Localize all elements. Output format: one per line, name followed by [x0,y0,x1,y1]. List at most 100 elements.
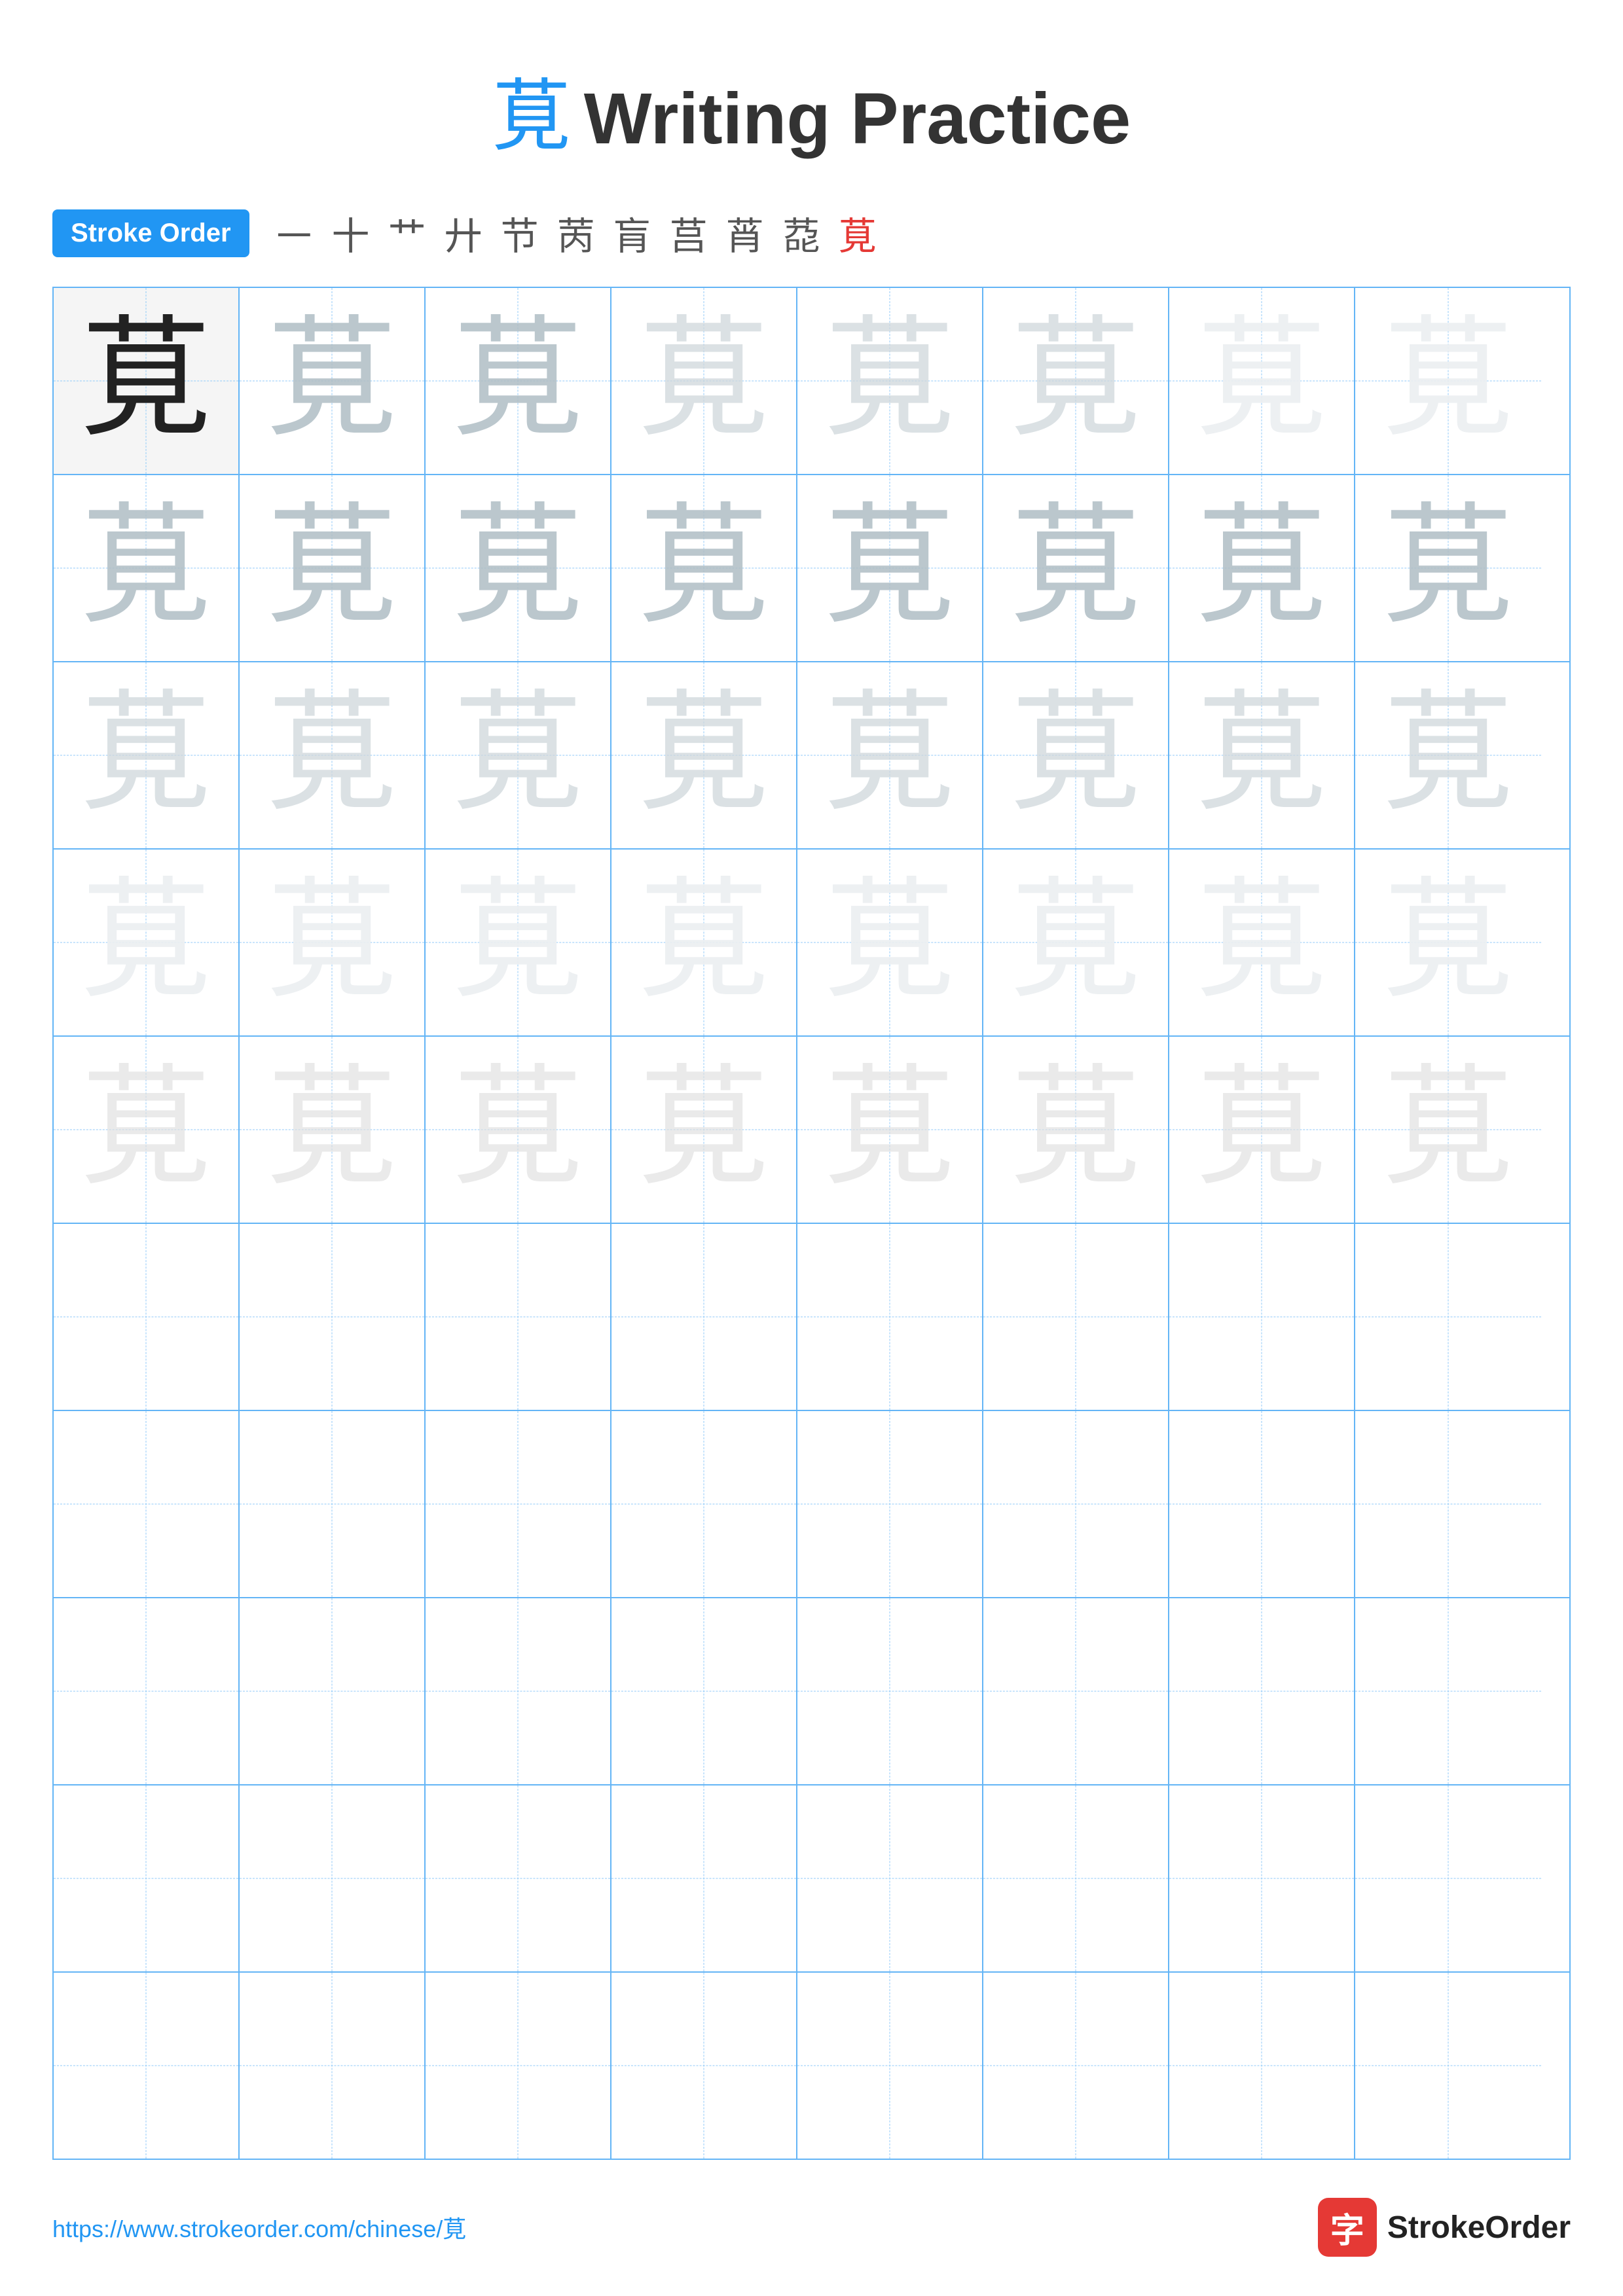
grid-cell[interactable]: 莧 [426,288,611,474]
grid-cell[interactable]: 莧 [611,662,797,848]
practice-char: 莧 [824,877,955,1008]
grid-cell[interactable] [1169,1785,1355,1971]
grid-cell[interactable]: 莧 [983,475,1169,661]
grid-cell[interactable]: 莧 [1355,475,1541,661]
grid-cell[interactable]: 莧 [611,288,797,474]
grid-cell[interactable] [54,1598,240,1784]
grid-cell[interactable]: 莧 [1169,475,1355,661]
grid-cell[interactable]: 莧 [1355,662,1541,848]
grid-cell[interactable]: 莧 [797,288,983,474]
grid-cell[interactable]: 莧 [797,1037,983,1223]
grid-cell[interactable] [426,1411,611,1597]
grid-cell[interactable] [983,1411,1169,1597]
grid-cell[interactable]: 莧 [1355,288,1541,474]
grid-cell[interactable]: 莧 [240,475,426,661]
practice-char: 莧 [824,690,955,821]
grid-cell[interactable] [983,1785,1169,1971]
grid-cell[interactable] [240,1785,426,1971]
stroke-final: 莧 [839,206,888,260]
stroke-8: 莒 [670,206,720,260]
grid-cell[interactable]: 莧 [1169,850,1355,1035]
grid-cell[interactable] [1355,1973,1541,2159]
grid-cell[interactable]: 莧 [54,662,240,848]
grid-cell[interactable]: 莧 [54,475,240,661]
grid-cell[interactable] [240,1224,426,1410]
title-chinese-char: 莧 [492,73,571,160]
stroke-1: ㇐ [276,206,325,260]
grid-cell[interactable]: 莧 [426,1037,611,1223]
practice-char: 莧 [1383,1064,1514,1195]
grid-cell[interactable] [54,1411,240,1597]
grid-cell[interactable]: 莧 [797,475,983,661]
grid-cell[interactable] [240,1598,426,1784]
grid-cell[interactable]: 莧 [983,288,1169,474]
grid-cell[interactable]: 莧 [983,662,1169,848]
practice-char: 莧 [824,503,955,634]
grid-cell[interactable] [1169,1973,1355,2159]
grid-cell[interactable] [611,1224,797,1410]
grid-cell[interactable]: 莧 [426,475,611,661]
grid-cell[interactable]: 莧 [240,1037,426,1223]
grid-cell[interactable]: 莧 [611,1037,797,1223]
practice-char: 莧 [1383,877,1514,1008]
grid-cell[interactable]: 莧 [983,850,1169,1035]
practice-char: 莧 [638,315,769,446]
grid-cell[interactable] [426,1973,611,2159]
grid-cell[interactable]: 莧 [983,1037,1169,1223]
grid-cell[interactable] [426,1785,611,1971]
stroke-order-row: Stroke Order ㇐ 十 艹 廾 节 苪 肓 莒 莦 莻 莧 [0,206,1623,260]
grid-cell[interactable] [1355,1411,1541,1597]
grid-cell[interactable] [983,1973,1169,2159]
grid-cell[interactable] [611,1973,797,2159]
grid-cell[interactable] [611,1785,797,1971]
grid-cell[interactable] [1169,1224,1355,1410]
practice-grid: 莧 莧 莧 莧 莧 莧 莧 莧 莧 莧 莧 [52,287,1571,2160]
grid-cell[interactable]: 莧 [1169,662,1355,848]
grid-cell[interactable] [797,1598,983,1784]
grid-cell[interactable]: 莧 [54,1037,240,1223]
grid-cell[interactable]: 莧 [797,850,983,1035]
practice-char: 莧 [452,1064,583,1195]
grid-cell[interactable] [1355,1785,1541,1971]
grid-cell[interactable]: 莧 [54,288,240,474]
grid-cell[interactable]: 莧 [426,662,611,848]
grid-cell[interactable]: 莧 [54,850,240,1035]
grid-cell[interactable] [611,1598,797,1784]
practice-char: 莧 [638,690,769,821]
grid-cell[interactable]: 莧 [611,850,797,1035]
grid-cell[interactable] [983,1598,1169,1784]
grid-cell[interactable]: 莧 [240,662,426,848]
grid-cell[interactable] [1355,1598,1541,1784]
practice-char: 莧 [452,503,583,634]
grid-cell[interactable]: 莧 [797,662,983,848]
stroke-9: 莦 [726,206,776,260]
grid-cell[interactable]: 莧 [1169,288,1355,474]
footer-url[interactable]: https://www.strokeorder.com/chinese/莧 [52,2210,466,2244]
grid-cell[interactable]: 莧 [240,288,426,474]
grid-cell[interactable] [54,1973,240,2159]
grid-cell[interactable] [1355,1224,1541,1410]
grid-cell[interactable] [611,1411,797,1597]
grid-cell[interactable] [1169,1598,1355,1784]
grid-cell[interactable] [797,1224,983,1410]
grid-cell[interactable] [426,1598,611,1784]
grid-cell[interactable]: 莧 [426,850,611,1035]
grid-cell[interactable] [797,1411,983,1597]
grid-cell[interactable] [54,1224,240,1410]
practice-char: 莧 [266,503,397,634]
grid-cell[interactable] [240,1973,426,2159]
grid-cell[interactable]: 莧 [611,475,797,661]
grid-cell[interactable]: 莧 [1169,1037,1355,1223]
grid-cell[interactable] [797,1785,983,1971]
grid-cell[interactable] [983,1224,1169,1410]
grid-cell[interactable]: 莧 [1355,850,1541,1035]
grid-cell[interactable] [240,1411,426,1597]
stroke-5: 节 [501,206,551,260]
grid-cell[interactable] [426,1224,611,1410]
grid-cell[interactable] [54,1785,240,1971]
grid-cell[interactable] [797,1973,983,2159]
grid-cell[interactable]: 莧 [240,850,426,1035]
footer-logo: 字 StrokeOrder [1318,2198,1571,2257]
grid-cell[interactable] [1169,1411,1355,1597]
grid-cell[interactable]: 莧 [1355,1037,1541,1223]
